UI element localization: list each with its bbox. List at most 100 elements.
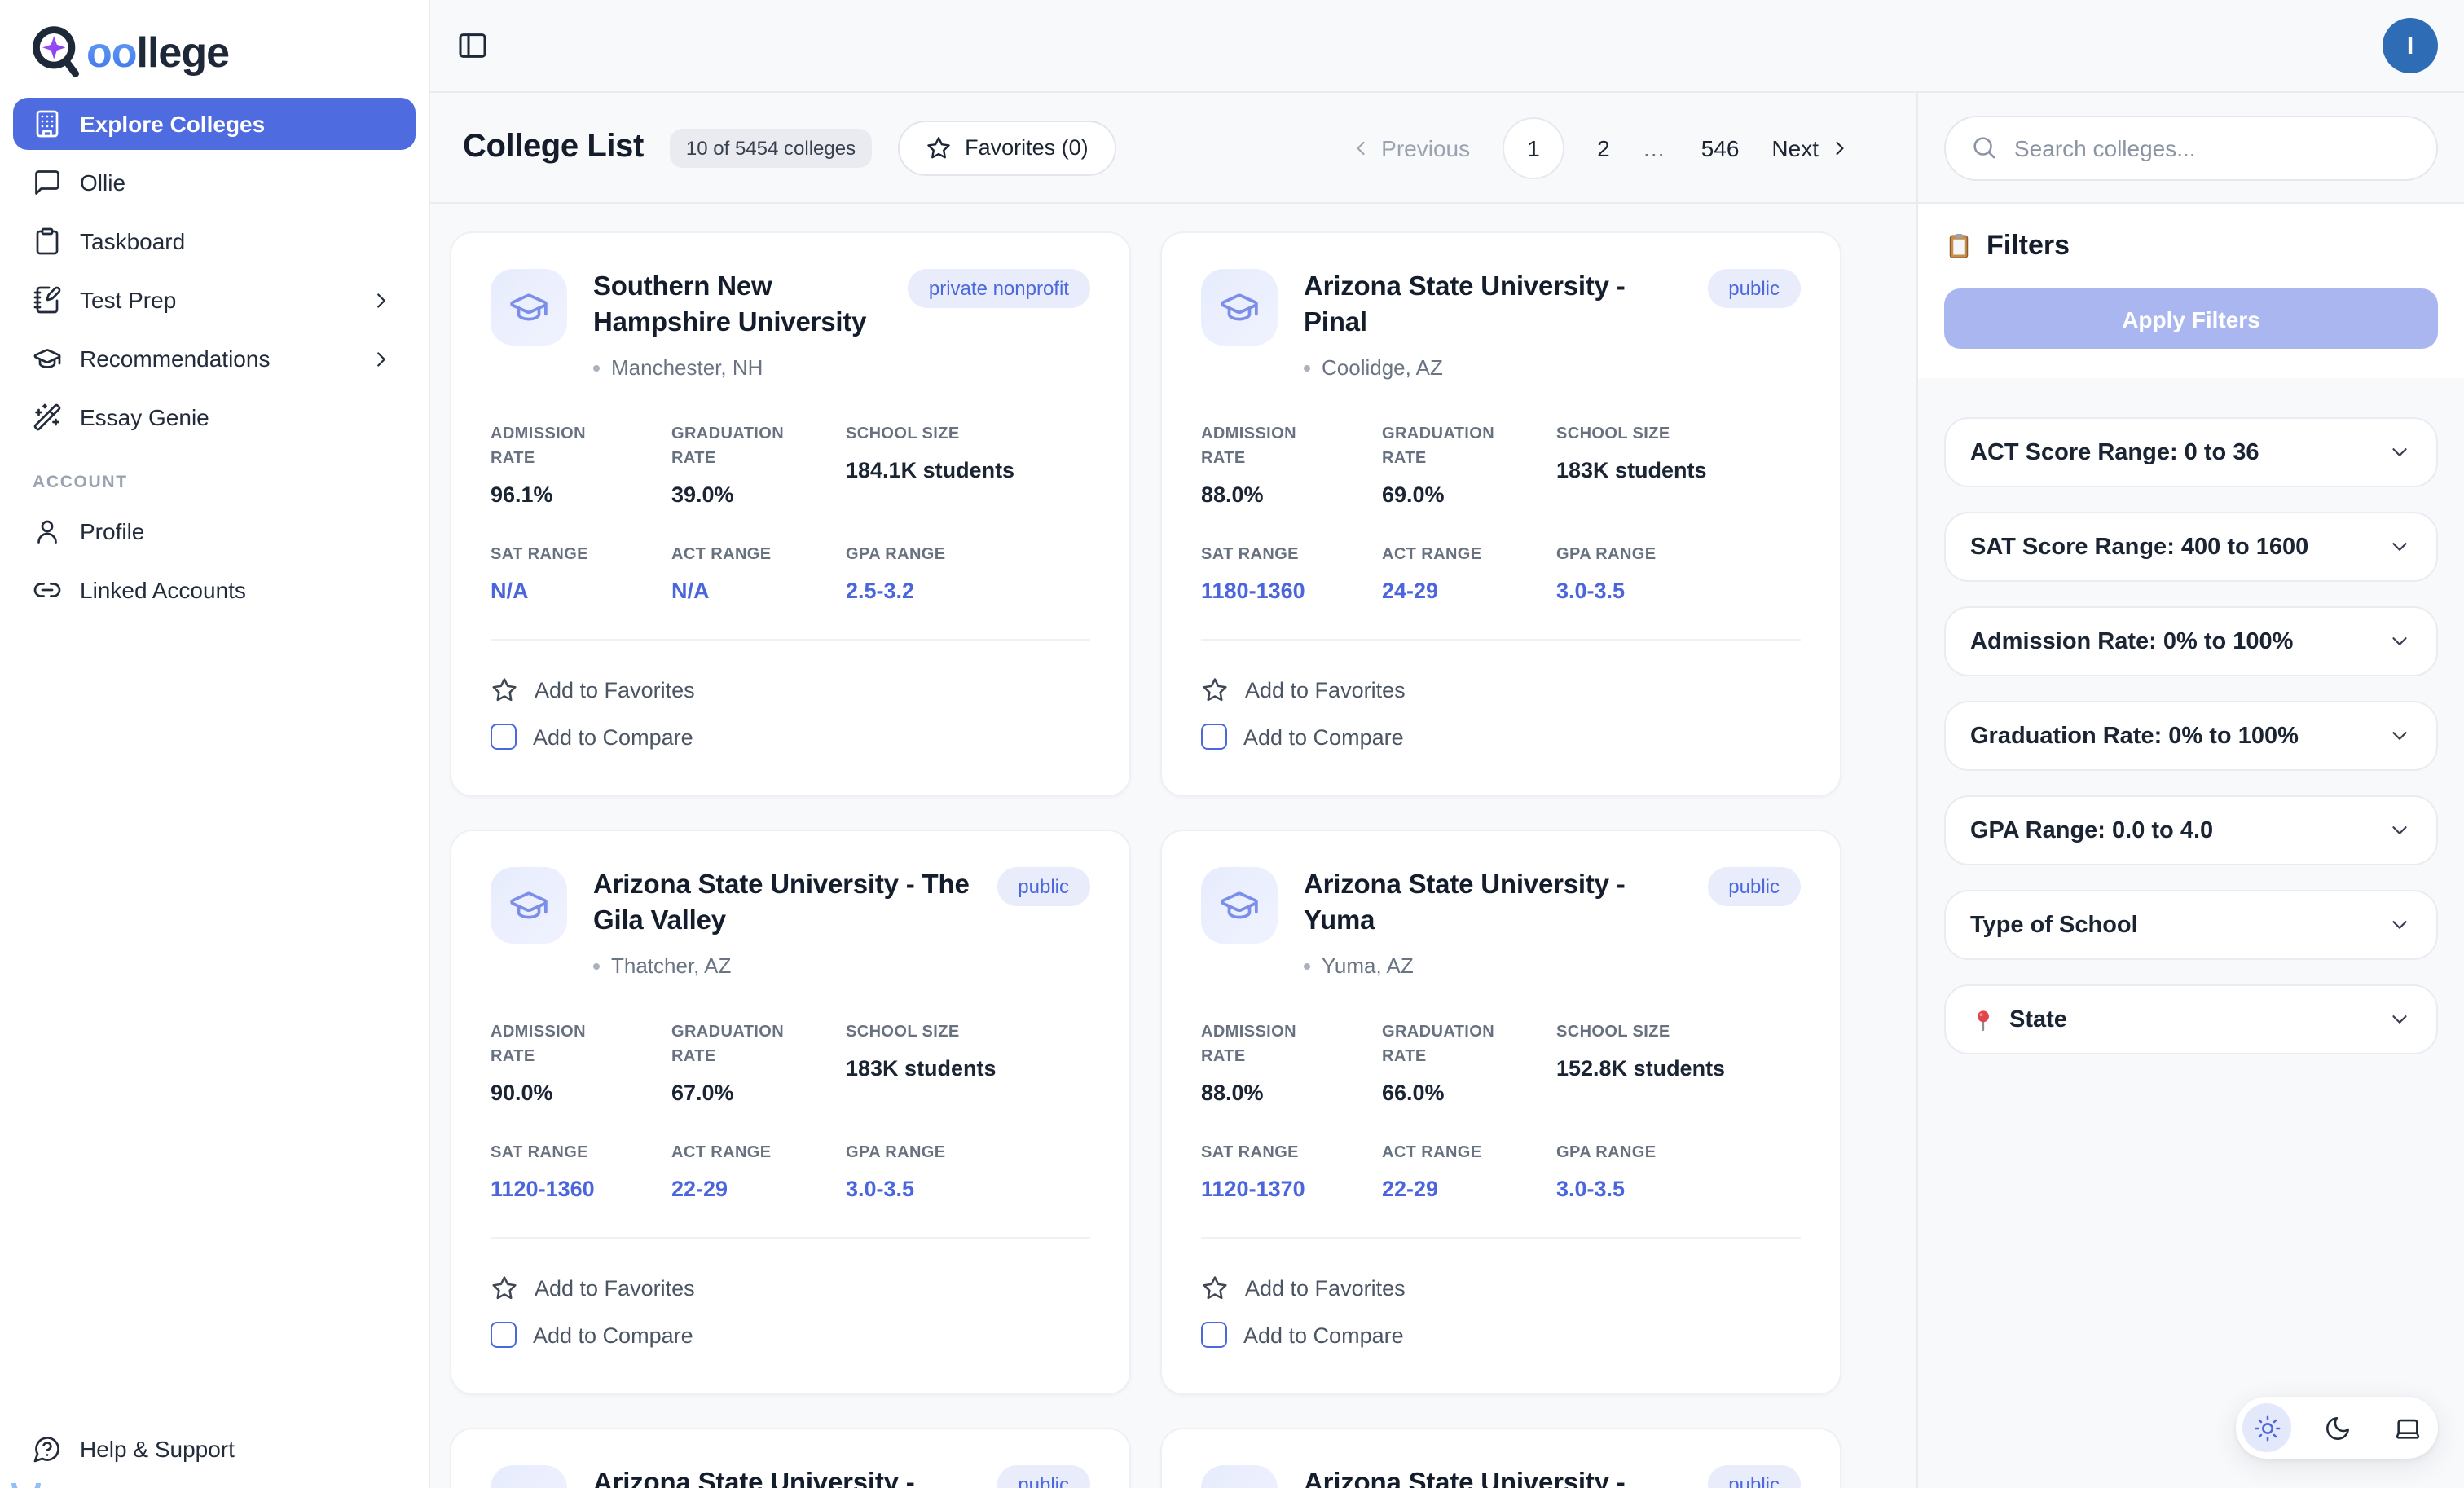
filter-label: GPA Range: 0.0 to 4.0	[1970, 817, 2374, 843]
compare-label[interactable]: Add to Compare	[1243, 1323, 1404, 1348]
sidebar-item[interactable]: Ollie	[13, 156, 416, 209]
add-to-favorites-button[interactable]: Add to Favorites	[491, 667, 1090, 714]
sidebar-item[interactable]: Explore Colleges	[13, 98, 416, 150]
college-card: Arizona State University - Mesa City Cen…	[1160, 1429, 1841, 1488]
pagination-page-2[interactable]: 2	[1597, 134, 1610, 161]
graduation-cap-icon	[1219, 287, 1260, 328]
light-theme-button[interactable]	[2242, 1403, 2291, 1452]
compare-label[interactable]: Add to Compare	[533, 724, 693, 749]
college-avatar	[491, 269, 567, 346]
filter-dropdown[interactable]: Admission Rate: 0% to 100%	[1944, 606, 2438, 676]
compare-label[interactable]: Add to Compare	[1243, 724, 1404, 749]
compare-checkbox[interactable]	[491, 724, 517, 750]
filter-dropdown[interactable]: ACT Score Range: 0 to 36	[1944, 417, 2438, 487]
filter-dropdown[interactable]: Type of School	[1944, 890, 2438, 960]
search-area	[1916, 93, 2464, 204]
college-avatar	[1201, 1466, 1278, 1488]
graduation-rate-value: 69.0%	[1382, 482, 1519, 507]
compare-checkbox[interactable]	[491, 1323, 517, 1349]
sidebar-toggle-icon[interactable]	[456, 29, 489, 62]
graduation-cap-icon	[508, 1484, 549, 1488]
school-size-value: 183K students	[846, 1057, 1090, 1081]
sidebar-item[interactable]: Test Prep	[13, 274, 416, 326]
college-name: Arizona State University - The Gila Vall…	[593, 867, 970, 939]
college-location: Coolidge, AZ	[1322, 355, 1443, 380]
filter-dropdown[interactable]: GPA Range: 0.0 to 4.0	[1944, 795, 2438, 865]
divider	[491, 1238, 1090, 1239]
stat-label: ADMISSION RATE	[1201, 422, 1344, 471]
school-size-value: 183K students	[1556, 458, 1801, 482]
compare-checkbox[interactable]	[1201, 1323, 1227, 1349]
pagination-next[interactable]: Next	[1771, 134, 1851, 161]
college-list: Southern New Hampshire University Manche…	[430, 204, 1916, 1488]
sun-icon	[2253, 1414, 2281, 1442]
moon-icon	[2323, 1414, 2351, 1442]
gpa-range-value: 3.0-3.5	[1556, 579, 1801, 603]
filter-dropdown[interactable]: State	[1944, 984, 2438, 1054]
graduation-cap-icon	[1219, 885, 1260, 926]
sidebar-item[interactable]: Essay Genie	[13, 391, 416, 443]
chevron-right-icon	[367, 346, 396, 371]
act-range-value: 24-29	[1382, 579, 1519, 603]
star-icon	[1201, 1275, 1229, 1303]
college-name: Arizona State University - Yuma	[1304, 867, 1681, 939]
chevron-down-icon	[2387, 1007, 2412, 1032]
stat-label: SCHOOL SIZE	[846, 1021, 1090, 1046]
gpa-range-value: 2.5-3.2	[846, 579, 1090, 603]
logo-oo: oo	[86, 27, 137, 77]
pagination-ellipsis: …	[1643, 134, 1669, 161]
sidebar-item[interactable]: Linked Accounts	[13, 564, 416, 616]
sidebar-item-label: Linked Accounts	[80, 577, 246, 603]
filter-dropdown[interactable]: SAT Score Range: 400 to 1600	[1944, 512, 2438, 582]
location-dot	[1304, 364, 1310, 371]
favorites-button[interactable]: Favorites (0)	[898, 120, 1116, 175]
college-location: Thatcher, AZ	[611, 954, 731, 979]
gpa-range-value: 3.0-3.5	[846, 1178, 1090, 1202]
add-to-favorites-button[interactable]: Add to Favorites	[491, 1266, 1090, 1313]
filter-label: ACT Score Range: 0 to 36	[1970, 439, 2374, 465]
act-range-value: 22-29	[671, 1178, 808, 1202]
divider	[491, 639, 1090, 641]
help-support-item[interactable]: Help & Support	[13, 1423, 416, 1475]
sat-range-value: 1120-1360	[491, 1178, 634, 1202]
graduation-rate-value: 67.0%	[671, 1081, 808, 1106]
wand-icon	[33, 403, 62, 432]
admission-rate-value: 96.1%	[491, 482, 634, 507]
add-to-favorites-button[interactable]: Add to Favorites	[1201, 667, 1801, 714]
sidebar-item[interactable]: Profile	[13, 505, 416, 557]
compare-checkbox[interactable]	[1201, 724, 1227, 750]
college-name: Arizona State University - Northeastern …	[593, 1466, 970, 1488]
stat-label: GPA RANGE	[846, 543, 1090, 567]
app-root: oo llege Explore Colleges Ollie Taskboar…	[0, 0, 2464, 1488]
add-to-favorites-button[interactable]: Add to Favorites	[1201, 1266, 1801, 1313]
user-avatar[interactable]: I	[2383, 18, 2438, 73]
compare-label[interactable]: Add to Compare	[533, 1323, 693, 1348]
sidebar-item[interactable]: Taskboard	[13, 215, 416, 267]
pagination-page-last[interactable]: 546	[1701, 134, 1740, 161]
help-support-label: Help & Support	[80, 1436, 235, 1462]
sidebar-item[interactable]: Recommendations	[13, 332, 416, 385]
main-area: I College List 10 of 5454 colleges Favor…	[430, 0, 2464, 1488]
pagination-previous[interactable]: Previous	[1349, 134, 1470, 161]
dark-theme-button[interactable]	[2312, 1403, 2361, 1452]
school-size-value: 152.8K students	[1556, 1057, 1801, 1081]
filters-panel: Filters Apply Filters ACT Score Range: 0…	[1916, 204, 2464, 1488]
college-card: Arizona State University - Northeastern …	[450, 1429, 1131, 1488]
pagination-page-1[interactable]: 1	[1503, 117, 1564, 178]
stat-label: ADMISSION RATE	[1201, 1021, 1344, 1070]
add-to-compare-row: Add to Compare	[491, 714, 1090, 759]
pin-icon	[1970, 1006, 1996, 1032]
user-icon	[33, 517, 62, 546]
clipboard-icon	[33, 227, 62, 256]
theme-switcher	[2236, 1397, 2438, 1459]
add-to-compare-row: Add to Compare	[491, 1313, 1090, 1358]
filter-dropdown[interactable]: Graduation Rate: 0% to 100%	[1944, 701, 2438, 771]
list-header: College List 10 of 5454 colleges Favorit…	[430, 93, 1916, 204]
system-theme-button[interactable]	[2383, 1403, 2431, 1452]
apply-filters-button[interactable]: Apply Filters	[1944, 288, 2438, 349]
sidebar-item-label: Explore Colleges	[80, 111, 265, 137]
sidebar-item-label: Profile	[80, 518, 144, 544]
college-avatar	[491, 867, 567, 944]
search-input[interactable]	[2014, 134, 2412, 161]
college-card: Arizona State University - Pinal Coolidg…	[1160, 231, 1841, 797]
